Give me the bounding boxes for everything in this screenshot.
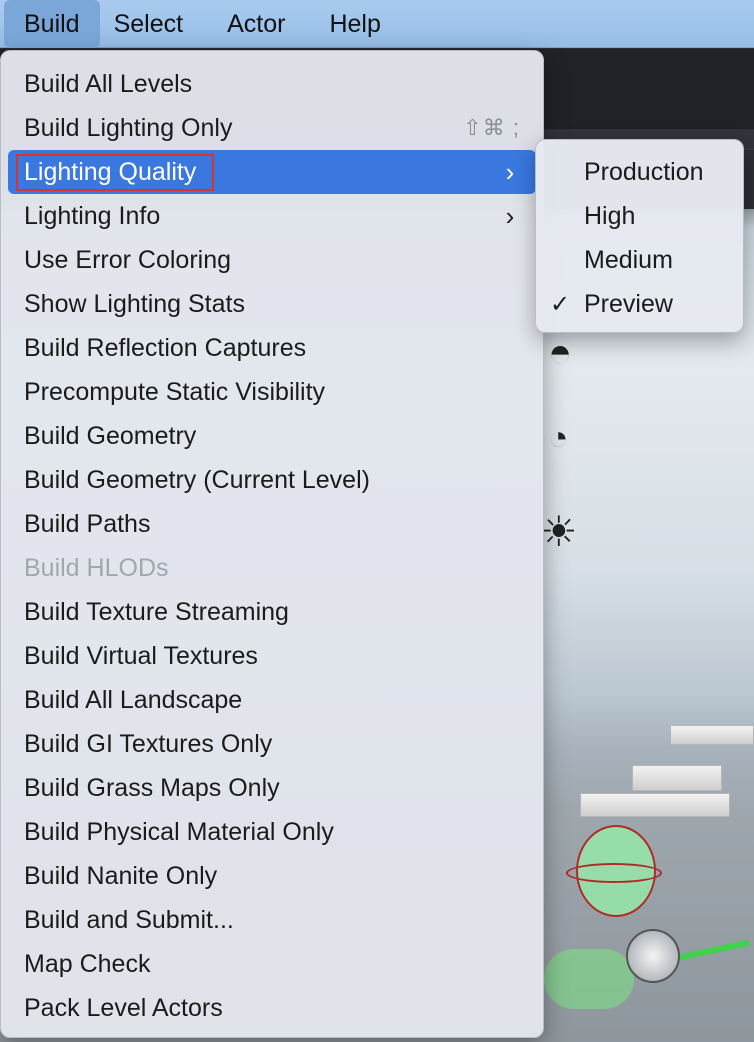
menu-item-label: Build HLODs — [24, 553, 169, 582]
menu-item-label: Build All Landscape — [24, 685, 243, 714]
menu-item-label: Lighting Info — [24, 201, 161, 230]
menu-item-label: Build Lighting Only — [24, 113, 233, 142]
green-glow — [544, 949, 634, 1009]
capsule-ring — [566, 863, 662, 883]
cube-mesh — [580, 793, 730, 817]
menu-help[interactable]: Help — [299, 0, 394, 48]
menu-item-build-geometry[interactable]: Build Geometry — [8, 414, 536, 458]
menu-item-label: Pack Level Actors — [24, 993, 223, 1022]
menu-build[interactable]: Build — [4, 0, 100, 48]
cube-mesh — [670, 725, 754, 745]
menu-item-build-grass-maps-only[interactable]: Build Grass Maps Only — [8, 766, 536, 810]
menu-item-label: Build Geometry — [24, 421, 197, 450]
menu-item-label: Build Geometry (Current Level) — [24, 465, 370, 494]
menu-item-build-gi-textures-only[interactable]: Build GI Textures Only — [8, 722, 536, 766]
menu-item-lighting-info[interactable]: Lighting Info › — [8, 194, 536, 238]
light-source-icon: ◓ — [548, 331, 573, 375]
checkmark-icon: ✓ — [550, 290, 571, 318]
submenu-item-medium[interactable]: Medium — [536, 238, 743, 282]
cube-mesh — [632, 765, 722, 791]
menu-item-label: Map Check — [24, 949, 151, 978]
point-light-icon: ☀ — [540, 508, 578, 555]
menu-item-build-physical-material-only[interactable]: Build Physical Material Only — [8, 810, 536, 854]
submenu-item-label: Medium — [584, 245, 673, 274]
menu-item-use-error-coloring[interactable]: Use Error Coloring — [8, 238, 536, 282]
menu-item-build-hlods: Build HLODs — [8, 546, 536, 590]
menu-item-label: Build and Submit... — [24, 905, 234, 934]
menu-item-build-paths[interactable]: Build Paths — [8, 502, 536, 546]
menu-item-build-all-landscape[interactable]: Build All Landscape — [8, 678, 536, 722]
menu-item-label: Build Texture Streaming — [24, 597, 289, 626]
build-dropdown-menu: Build All Levels Build Lighting Only ⇧⌘ … — [0, 50, 544, 1038]
submenu-item-production[interactable]: Production — [536, 150, 743, 194]
menu-item-label: Use Error Coloring — [24, 245, 232, 274]
sky-light-icon: ◔ — [548, 419, 569, 457]
menu-item-build-nanite-only[interactable]: Build Nanite Only — [8, 854, 536, 898]
menu-item-build-texture-streaming[interactable]: Build Texture Streaming — [8, 590, 536, 634]
menu-item-build-geometry-current-level[interactable]: Build Geometry (Current Level) — [8, 458, 536, 502]
menu-select[interactable]: Select — [100, 0, 197, 48]
menu-item-pack-level-actors[interactable]: Pack Level Actors — [8, 986, 536, 1030]
menu-item-label: Build Physical Material Only — [24, 817, 334, 846]
menu-item-label: Show Lighting Stats — [24, 289, 245, 318]
submenu-item-label: High — [584, 201, 636, 230]
menu-item-build-reflection-captures[interactable]: Build Reflection Captures — [8, 326, 536, 370]
chevron-right-icon: › — [505, 156, 515, 187]
menu-item-build-and-submit[interactable]: Build and Submit... — [8, 898, 536, 942]
submenu-item-preview[interactable]: ✓ Preview — [536, 282, 743, 326]
menu-item-label: Build Nanite Only — [24, 861, 218, 890]
menu-item-label: Build Virtual Textures — [24, 641, 258, 670]
menu-item-precompute-static-visibility[interactable]: Precompute Static Visibility — [8, 370, 536, 414]
keyboard-shortcut: ⇧⌘ ; — [463, 115, 520, 140]
menu-item-build-lighting-only[interactable]: Build Lighting Only ⇧⌘ ; — [8, 106, 536, 150]
menu-item-label: Precompute Static Visibility — [24, 377, 326, 406]
menu-item-map-check[interactable]: Map Check — [8, 942, 536, 986]
menu-item-label: Lighting Quality — [15, 153, 215, 191]
menu-item-label: Build Grass Maps Only — [24, 773, 280, 802]
menu-item-label: Build Reflection Captures — [24, 333, 307, 362]
lighting-quality-submenu: Production High Medium ✓ Preview — [535, 139, 744, 333]
menu-item-build-all-levels[interactable]: Build All Levels — [8, 62, 536, 106]
menu-bar: Build Select Actor Help — [0, 0, 754, 48]
menu-item-label: Build GI Textures Only — [24, 729, 273, 758]
actor-gizmo-icon — [626, 929, 680, 983]
menu-actor[interactable]: Actor — [197, 0, 299, 48]
submenu-item-label: Production — [584, 157, 704, 186]
submenu-item-high[interactable]: High — [536, 194, 743, 238]
menu-item-lighting-quality[interactable]: Lighting Quality › — [8, 150, 536, 194]
menu-item-label: Build Paths — [24, 509, 151, 538]
menu-item-label: Build All Levels — [24, 69, 193, 98]
submenu-item-label: Preview — [584, 289, 673, 318]
menu-item-build-virtual-textures[interactable]: Build Virtual Textures — [8, 634, 536, 678]
chevron-right-icon: › — [505, 200, 515, 231]
menu-item-show-lighting-stats[interactable]: Show Lighting Stats — [8, 282, 536, 326]
